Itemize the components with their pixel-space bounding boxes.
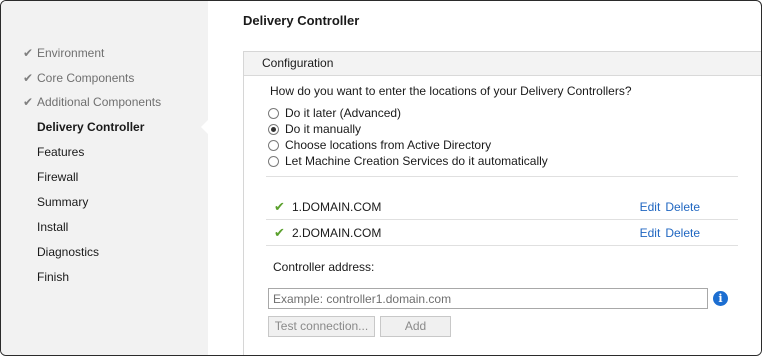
sidebar-item-additional-components: ✔ Additional Components <box>23 93 161 111</box>
sidebar-item-core-components: ✔ Core Components <box>23 69 134 87</box>
installer-window: ✔ Environment ✔ Core Components ✔ Additiona… <box>0 0 762 356</box>
sidebar-item-finish: Finish <box>37 270 70 284</box>
checkmark-icon: ✔ <box>23 95 34 109</box>
configuration-panel: Configuration How do you want to enter t… <box>243 51 761 355</box>
controller-row: ✔ 1.DOMAIN.COM Edit Delete <box>274 198 700 216</box>
edit-link[interactable]: Edit <box>640 198 661 216</box>
option-label: Do it manually <box>285 122 362 136</box>
test-connection-button[interactable]: Test connection... <box>268 316 375 337</box>
radio-button[interactable] <box>268 155 279 167</box>
divider <box>266 176 738 177</box>
option-machine-creation-services[interactable]: Let Machine Creation Services do it auto… <box>268 153 548 169</box>
divider <box>266 245 738 246</box>
sidebar-item-diagnostics: Diagnostics <box>37 245 100 259</box>
sidebar-item-label: Additional Components <box>37 95 162 109</box>
current-step-pointer <box>201 120 208 134</box>
panel-header: Configuration <box>244 52 761 76</box>
controller-name: 2.DOMAIN.COM <box>292 226 382 240</box>
sidebar-item-install: Install <box>37 220 69 234</box>
delete-link[interactable]: Delete <box>665 224 700 242</box>
info-icon[interactable]: i <box>713 291 728 306</box>
controller-name: 1.DOMAIN.COM <box>292 200 382 214</box>
edit-link[interactable]: Edit <box>640 224 661 242</box>
option-do-it-manually[interactable]: Do it manually <box>268 121 361 137</box>
question-text: How do you want to enter the locations o… <box>270 84 632 98</box>
checkmark-icon: ✔ <box>23 71 34 85</box>
checkmark-icon: ✔ <box>23 46 34 60</box>
checkmark-icon: ✔ <box>274 225 285 240</box>
sidebar-item-delivery-controller: Delivery Controller <box>37 120 145 134</box>
option-active-directory[interactable]: Choose locations from Active Directory <box>268 137 491 153</box>
sidebar-item-features: Features <box>37 145 85 159</box>
sidebar-item-summary: Summary <box>37 195 89 209</box>
add-button[interactable]: Add <box>380 316 451 337</box>
sidebar-item-environment: ✔ Environment <box>23 44 104 62</box>
option-label: Do it later (Advanced) <box>285 106 402 120</box>
sidebar-item-firewall: Firewall <box>37 170 79 184</box>
radio-button-selected[interactable] <box>268 123 279 135</box>
page-title: Delivery Controller <box>243 13 360 28</box>
divider <box>266 219 738 220</box>
radio-button[interactable] <box>268 139 279 151</box>
checkmark-icon: ✔ <box>274 199 285 214</box>
sidebar-item-label: Environment <box>37 46 105 60</box>
delete-link[interactable]: Delete <box>665 198 700 216</box>
controller-address-input[interactable] <box>268 288 708 309</box>
option-do-it-later[interactable]: Do it later (Advanced) <box>268 105 401 121</box>
controller-row: ✔ 2.DOMAIN.COM Edit Delete <box>274 224 700 242</box>
sidebar-item-label: Core Components <box>37 71 135 85</box>
radio-button[interactable] <box>268 107 279 119</box>
wizard-sidebar: ✔ Environment ✔ Core Components ✔ Additiona… <box>1 1 208 355</box>
option-label: Choose locations from Active Directory <box>285 138 492 152</box>
controller-address-label: Controller address: <box>273 260 375 274</box>
option-label: Let Machine Creation Services do it auto… <box>285 154 548 168</box>
